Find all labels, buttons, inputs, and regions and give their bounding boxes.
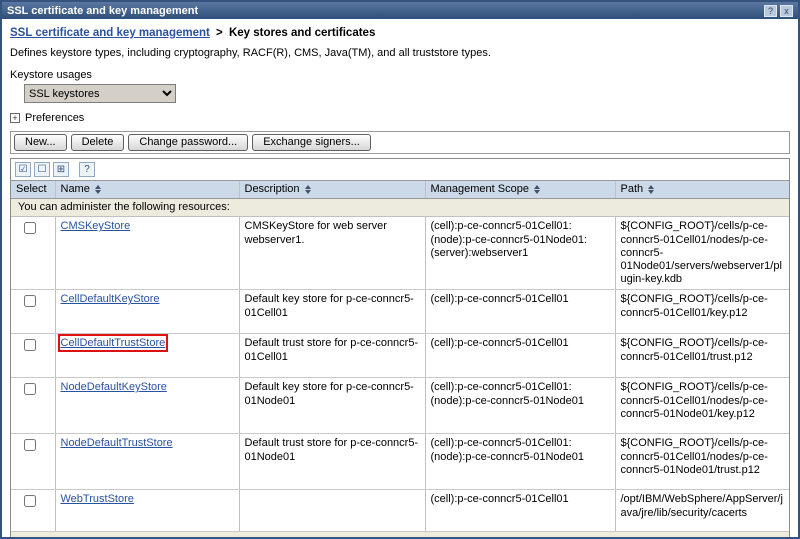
cell-management-scope: (cell):p-ce-conncr5-01Cell01 xyxy=(425,490,615,532)
column-header-select: Select xyxy=(11,181,55,199)
cell-path: ${CONFIG_ROOT}/cells/p-ce-conncr5-01Cell… xyxy=(615,217,789,290)
preferences-label: Preferences xyxy=(25,112,84,124)
show-filter-icon[interactable]: ⊞ xyxy=(53,162,69,177)
row-checkbox[interactable] xyxy=(24,295,36,307)
cell-path: ${CONFIG_ROOT}/cells/p-ce-conncr5-01Cell… xyxy=(615,334,789,378)
cell-description: Default key store for p-ce-conncr5-01Cel… xyxy=(239,290,425,334)
row-checkbox[interactable] xyxy=(24,439,36,451)
column-header-description-label: Description xyxy=(245,183,300,195)
table-row: CellDefaultKeyStore Default key store fo… xyxy=(11,290,789,334)
sort-toggle-icon[interactable] xyxy=(95,185,101,194)
page-description: Defines keystore types, including crypto… xyxy=(10,47,790,59)
row-checkbox[interactable] xyxy=(24,495,36,507)
page-content: SSL certificate and key management > Key… xyxy=(2,19,798,539)
table-row: WebTrustStore (cell):p-ce-conncr5-01Cell… xyxy=(11,490,789,532)
cell-path: ${CONFIG_ROOT}/cells/p-ce-conncr5-01Cell… xyxy=(615,378,789,434)
keystore-usages-label: Keystore usages xyxy=(10,69,790,81)
column-header-path-label: Path xyxy=(621,183,644,195)
sort-toggle-icon[interactable] xyxy=(305,185,311,194)
keystore-usages-select[interactable]: SSL keystores xyxy=(24,84,176,103)
column-header-name[interactable]: Name xyxy=(55,181,239,199)
cell-path: ${CONFIG_ROOT}/cells/p-ce-conncr5-01Cell… xyxy=(615,290,789,334)
close-icon[interactable]: x xyxy=(780,5,793,17)
change-password-button[interactable]: Change password... xyxy=(128,134,248,151)
row-checkbox[interactable] xyxy=(24,222,36,234)
table-row: CMSKeyStore CMSKeyStore for web server w… xyxy=(11,217,789,290)
keystore-link-celldefaultkeystore[interactable]: CellDefaultKeyStore xyxy=(61,293,160,305)
table-caption: You can administer the following resourc… xyxy=(11,199,789,217)
cell-path: /opt/IBM/WebSphere/AppServer/java/jre/li… xyxy=(615,490,789,532)
exchange-signers-button[interactable]: Exchange signers... xyxy=(252,134,371,151)
breadcrumb: SSL certificate and key management > Key… xyxy=(10,27,790,39)
table-action-bar: New... Delete Change password... Exchang… xyxy=(10,131,790,154)
keystore-link-nodedefaultkeystore[interactable]: NodeDefaultKeyStore xyxy=(61,381,167,393)
keystores-table: ☑ ☐ ⊞ ? Select Name Description Manageme… xyxy=(10,158,790,539)
cell-description: Default key store for p-ce-conncr5-01Nod… xyxy=(239,378,425,434)
table-help-icon[interactable]: ? xyxy=(79,162,95,177)
breadcrumb-separator: > xyxy=(216,27,223,39)
column-header-name-label: Name xyxy=(61,183,90,195)
help-icon[interactable]: ? xyxy=(764,5,777,17)
cell-management-scope: (cell):p-ce-conncr5-01Cell01 xyxy=(425,334,615,378)
cell-description: CMSKeyStore for web server webserver1. xyxy=(239,217,425,290)
table-row: NodeDefaultTrustStore Default trust stor… xyxy=(11,434,789,490)
cell-management-scope: (cell):p-ce-conncr5-01Cell01:(node):p-ce… xyxy=(425,217,615,290)
cell-management-scope: (cell):p-ce-conncr5-01Cell01:(node):p-ce… xyxy=(425,378,615,434)
sort-toggle-icon[interactable] xyxy=(534,185,540,194)
select-all-icon[interactable]: ☑ xyxy=(15,162,31,177)
deselect-all-icon[interactable]: ☐ xyxy=(34,162,50,177)
cell-path: ${CONFIG_ROOT}/cells/p-ce-conncr5-01Cell… xyxy=(615,434,789,490)
expand-icon[interactable]: + xyxy=(10,113,20,123)
column-header-management-scope[interactable]: Management Scope xyxy=(425,181,615,199)
window-title: SSL certificate and key management xyxy=(7,5,761,17)
cell-description: Default trust store for p-ce-conncr5-01N… xyxy=(239,434,425,490)
column-header-path[interactable]: Path xyxy=(615,181,789,199)
delete-button[interactable]: Delete xyxy=(71,134,125,151)
breadcrumb-current-page: Key stores and certificates xyxy=(229,27,375,39)
keystore-link-nodedefaulttruststore[interactable]: NodeDefaultTrustStore xyxy=(61,437,173,449)
keystore-link-celldefaulttruststore[interactable]: CellDefaultTrustStore xyxy=(61,337,166,349)
cell-management-scope: (cell):p-ce-conncr5-01Cell01 xyxy=(425,290,615,334)
column-header-description[interactable]: Description xyxy=(239,181,425,199)
window-titlebar: SSL certificate and key management ? x xyxy=(2,2,798,19)
sort-toggle-icon[interactable] xyxy=(648,185,654,194)
table-footer-total: Total 6 xyxy=(11,532,789,539)
row-checkbox[interactable] xyxy=(24,383,36,395)
cell-description: Default trust store for p-ce-conncr5-01C… xyxy=(239,334,425,378)
cell-description xyxy=(239,490,425,532)
column-header-scope-label: Management Scope xyxy=(431,183,529,195)
row-checkbox[interactable] xyxy=(24,339,36,351)
keystore-link-webtruststore[interactable]: WebTrustStore xyxy=(61,493,134,505)
table-row: NodeDefaultKeyStore Default key store fo… xyxy=(11,378,789,434)
breadcrumb-link-ssl-management[interactable]: SSL certificate and key management xyxy=(10,27,210,39)
table-row: CellDefaultTrustStore Default trust stor… xyxy=(11,334,789,378)
app-window: SSL certificate and key management ? x S… xyxy=(0,0,800,539)
cell-management-scope: (cell):p-ce-conncr5-01Cell01:(node):p-ce… xyxy=(425,434,615,490)
keystore-link-cmskeystore[interactable]: CMSKeyStore xyxy=(61,220,131,232)
table-icon-toolbar: ☑ ☐ ⊞ ? xyxy=(11,159,789,181)
preferences-section[interactable]: + Preferences xyxy=(10,112,790,124)
keystore-usages-section: Keystore usages SSL keystores xyxy=(10,69,790,103)
new-button[interactable]: New... xyxy=(14,134,67,151)
